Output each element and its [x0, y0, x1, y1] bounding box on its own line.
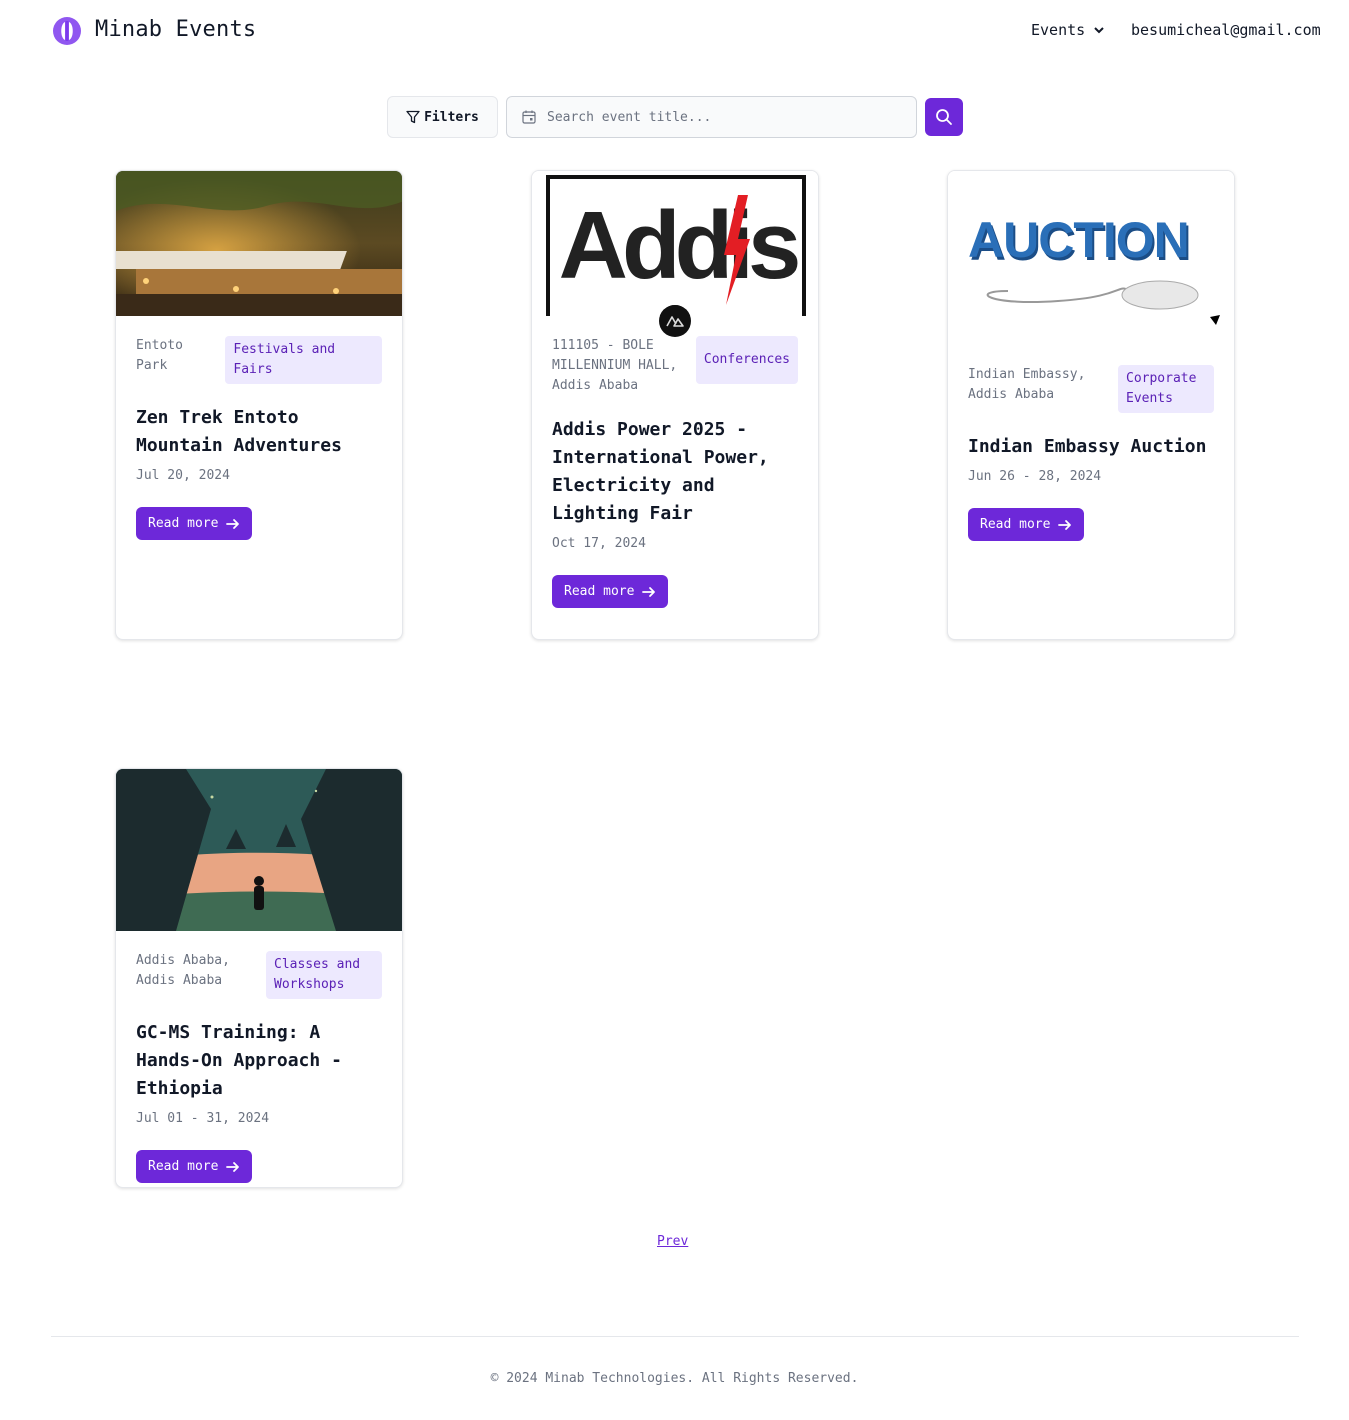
event-location: Indian Embassy, Addis Ababa	[968, 367, 1086, 402]
event-image[interactable]	[116, 171, 402, 316]
read-more-button[interactable]: Read more	[136, 507, 253, 540]
read-more-label: Read more	[148, 516, 219, 531]
event-image[interactable]	[116, 769, 402, 931]
search-button[interactable]	[925, 98, 963, 136]
read-more-label: Read more	[564, 584, 635, 599]
arrow-right-icon	[1058, 519, 1072, 530]
event-card: Addis Ababa, Addis Ababa Classes and Wor…	[115, 768, 403, 1188]
header: Minab Events Events besumicheal@gmail.co…	[0, 0, 1349, 64]
event-card: AUCTION Indian Embassy, Addis Ababa Corp…	[947, 170, 1235, 640]
chevron-down-icon	[1094, 27, 1104, 34]
event-image[interactable]: AUCTION	[948, 171, 1234, 345]
read-more-button[interactable]: Read more	[552, 575, 669, 608]
nuxt-icon	[659, 305, 691, 337]
event-title[interactable]: Indian Embassy Auction	[968, 433, 1214, 461]
calendar-icon	[522, 110, 536, 124]
footer-divider	[51, 1336, 1299, 1337]
search-input[interactable]	[547, 109, 887, 125]
event-category-badge: Conferences	[695, 336, 798, 384]
arrow-right-icon	[226, 1161, 240, 1172]
event-date: Jul 20, 2024	[136, 468, 230, 483]
filters-label: Filters	[424, 109, 479, 125]
user-email-link[interactable]: besumicheal@gmail.com	[1131, 21, 1321, 39]
arrow-right-icon	[226, 518, 240, 529]
event-card: Addis 111105 - BOLE MILLENNIUM HALL, Add…	[531, 170, 819, 640]
event-category-badge: Corporate Events	[1118, 365, 1214, 413]
event-date: Jul 01 - 31, 2024	[136, 1111, 270, 1126]
read-more-button[interactable]: Read more	[968, 508, 1085, 541]
event-location: 111105 - BOLE MILLENNIUM HALL, Addis Aba…	[552, 338, 678, 393]
event-category-badge: Classes and Workshops	[266, 951, 382, 999]
filter-icon	[406, 110, 420, 124]
event-location: Entoto Park	[136, 338, 183, 373]
event-title[interactable]: Addis Power 2025 - International Power, …	[552, 416, 798, 528]
read-more-label: Read more	[980, 517, 1051, 532]
event-title[interactable]: Zen Trek Entoto Mountain Adventures	[136, 404, 382, 460]
event-date: Jun 26 - 28, 2024	[968, 469, 1102, 484]
search-icon	[936, 109, 952, 125]
brand-name[interactable]: Minab Events	[95, 17, 256, 42]
events-menu[interactable]: Events	[1031, 21, 1105, 39]
read-more-label: Read more	[148, 1159, 219, 1174]
addis-logo-text: Addis	[558, 192, 802, 299]
event-date: Oct 17, 2024	[552, 536, 646, 551]
event-title[interactable]: GC-MS Training: A Hands-On Approach - Et…	[136, 1019, 382, 1103]
prev-page-link[interactable]: Prev	[657, 1234, 688, 1249]
logo-icon[interactable]	[53, 17, 81, 45]
read-more-button[interactable]: Read more	[136, 1150, 253, 1183]
event-location: Addis Ababa, Addis Ababa	[136, 953, 230, 988]
event-image[interactable]: Addis	[532, 171, 818, 316]
arrow-right-icon	[642, 586, 656, 597]
event-category-badge: Festivals and Fairs	[225, 336, 382, 384]
search-field[interactable]	[506, 96, 917, 138]
events-menu-label: Events	[1031, 21, 1086, 39]
footer-copyright: © 2024 Minab Technologies. All Rights Re…	[490, 1371, 859, 1386]
event-card: Entoto Park Festivals and Fairs Zen Trek…	[115, 170, 403, 640]
filters-button[interactable]: Filters	[387, 96, 498, 138]
lightning-icon	[724, 195, 750, 305]
